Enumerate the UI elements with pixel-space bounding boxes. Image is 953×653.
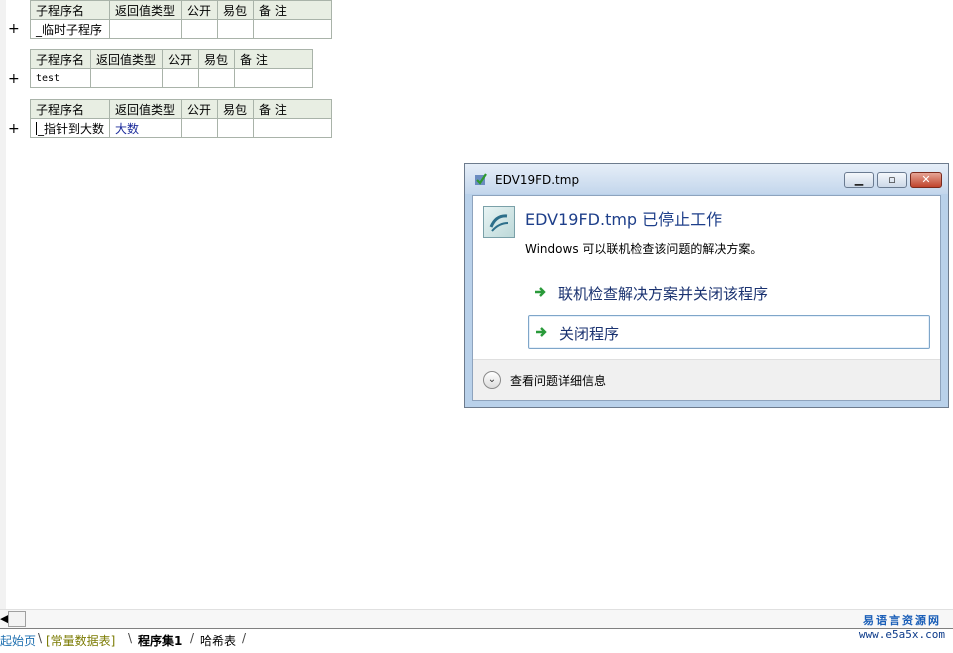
check-online-option[interactable]: 联机检查解决方案并关闭该程序 <box>528 276 930 310</box>
check-online-label: 联机检查解决方案并关闭该程序 <box>558 285 769 303</box>
maximize-icon: ▫ <box>888 173 896 186</box>
horizontal-scrollbar[interactable]: ◀ <box>0 609 953 629</box>
chevron-down-icon: ⌄ <box>487 374 497 385</box>
table-header-row: 子程序名 返回值类型 公开 易包 备 注 <box>30 0 332 20</box>
program-glyph-icon <box>489 214 509 232</box>
cell-return-type[interactable] <box>90 68 163 88</box>
close-program-option[interactable]: 关闭程序 <box>528 315 930 349</box>
expand-toggle[interactable]: + <box>8 22 20 36</box>
cell-public[interactable] <box>162 68 199 88</box>
text-caret <box>36 121 37 135</box>
tab-constants[interactable]: [常量数据表] <box>46 632 115 649</box>
dialog-body: EDV19FD.tmp 已停止工作 Windows 可以联机检查该问题的解决方案… <box>472 195 941 401</box>
left-gutter <box>0 0 6 610</box>
table-row[interactable]: _临时子程序 <box>30 19 332 39</box>
details-link[interactable]: 查看问题详细信息 <box>510 372 606 389</box>
tab-separator: / <box>242 631 247 645</box>
maximize-button[interactable]: ▫ <box>877 172 907 188</box>
header-public: 公开 <box>181 99 218 119</box>
cell-remarks[interactable] <box>234 68 313 88</box>
header-package: 易包 <box>198 49 235 69</box>
scroll-thumb[interactable] <box>8 611 26 627</box>
table-header-row: 子程序名 返回值类型 公开 易包 备 注 <box>30 49 313 69</box>
green-arrow-icon <box>535 287 546 297</box>
cell-package[interactable] <box>217 19 254 39</box>
dialog-heading: EDV19FD.tmp 已停止工作 <box>525 210 723 229</box>
tab-start-page[interactable]: 起始页 <box>0 632 36 649</box>
header-public: 公开 <box>162 49 199 69</box>
watermark-name: 易语言资源网 <box>862 614 941 627</box>
error-dialog: EDV19FD.tmp ▁ ▫ ✕ EDV19FD.tmp 已停止工作 Wind… <box>464 163 949 408</box>
tab-separator: / <box>190 631 195 645</box>
table-header-row: 子程序名 返回值类型 公开 易包 备 注 <box>30 99 332 119</box>
header-name: 子程序名 <box>30 49 91 69</box>
header-remarks: 备 注 <box>253 0 332 20</box>
header-package: 易包 <box>217 0 254 20</box>
header-name: 子程序名 <box>30 99 110 119</box>
cell-name-text: _指针到大数 <box>38 121 105 136</box>
document-tabs: 起始页 \ [常量数据表] \ 程序集1 / 哈希表 / <box>0 628 953 653</box>
cell-name[interactable]: test <box>30 68 91 88</box>
cell-package[interactable] <box>198 68 235 88</box>
tab-assembly[interactable]: 程序集1 <box>138 632 182 649</box>
expand-toggle[interactable]: + <box>8 122 20 136</box>
cell-name[interactable]: _指针到大数 <box>30 118 110 138</box>
dialog-footer: ⌄ 查看问题详细信息 <box>473 359 940 400</box>
cell-return-type[interactable] <box>109 19 182 39</box>
header-remarks: 备 注 <box>234 49 313 69</box>
subroutine-table: 子程序名 返回值类型 公开 易包 备 注 _指针到大数 大数 <box>30 99 332 138</box>
table-row[interactable]: _指针到大数 大数 <box>30 118 332 138</box>
header-return-type: 返回值类型 <box>90 49 163 69</box>
tab-separator: \ <box>128 631 133 645</box>
close-icon: ✕ <box>921 173 931 186</box>
close-program-label: 关闭程序 <box>559 325 620 343</box>
cell-remarks[interactable] <box>253 118 332 138</box>
table-row[interactable]: test <box>30 68 313 88</box>
close-button[interactable]: ✕ <box>910 172 942 188</box>
minimize-icon: ▁ <box>854 173 864 186</box>
cell-package[interactable] <box>217 118 254 138</box>
expand-details-button[interactable]: ⌄ <box>483 371 501 389</box>
dialog-titlebar[interactable]: EDV19FD.tmp ▁ ▫ ✕ <box>465 164 948 194</box>
header-remarks: 备 注 <box>253 99 332 119</box>
program-icon <box>483 206 515 238</box>
dialog-description: Windows 可以联机检查该问题的解决方案。 <box>525 242 763 256</box>
cell-name[interactable]: _临时子程序 <box>30 19 110 39</box>
header-public: 公开 <box>181 0 218 20</box>
header-return-type: 返回值类型 <box>109 0 182 20</box>
tab-separator: \ <box>38 631 43 645</box>
expand-toggle[interactable]: + <box>8 72 20 86</box>
header-return-type: 返回值类型 <box>109 99 182 119</box>
cell-public[interactable] <box>181 118 218 138</box>
subroutine-table: 子程序名 返回值类型 公开 易包 备 注 test <box>30 49 313 88</box>
subroutine-table: 子程序名 返回值类型 公开 易包 备 注 _临时子程序 <box>30 0 332 39</box>
site-watermark: 易语言资源网 www.e5a5x.com <box>859 612 945 641</box>
green-arrow-icon <box>536 327 547 337</box>
cell-public[interactable] <box>181 19 218 39</box>
app-title-icon <box>475 173 487 185</box>
dialog-title: EDV19FD.tmp <box>495 173 580 187</box>
header-name: 子程序名 <box>30 0 110 20</box>
minimize-button[interactable]: ▁ <box>844 172 874 188</box>
tab-hash-table[interactable]: 哈希表 <box>200 632 236 649</box>
cell-return-type[interactable]: 大数 <box>109 118 182 138</box>
header-package: 易包 <box>217 99 254 119</box>
watermark-url: www.e5a5x.com <box>858 628 945 641</box>
cell-remarks[interactable] <box>253 19 332 39</box>
